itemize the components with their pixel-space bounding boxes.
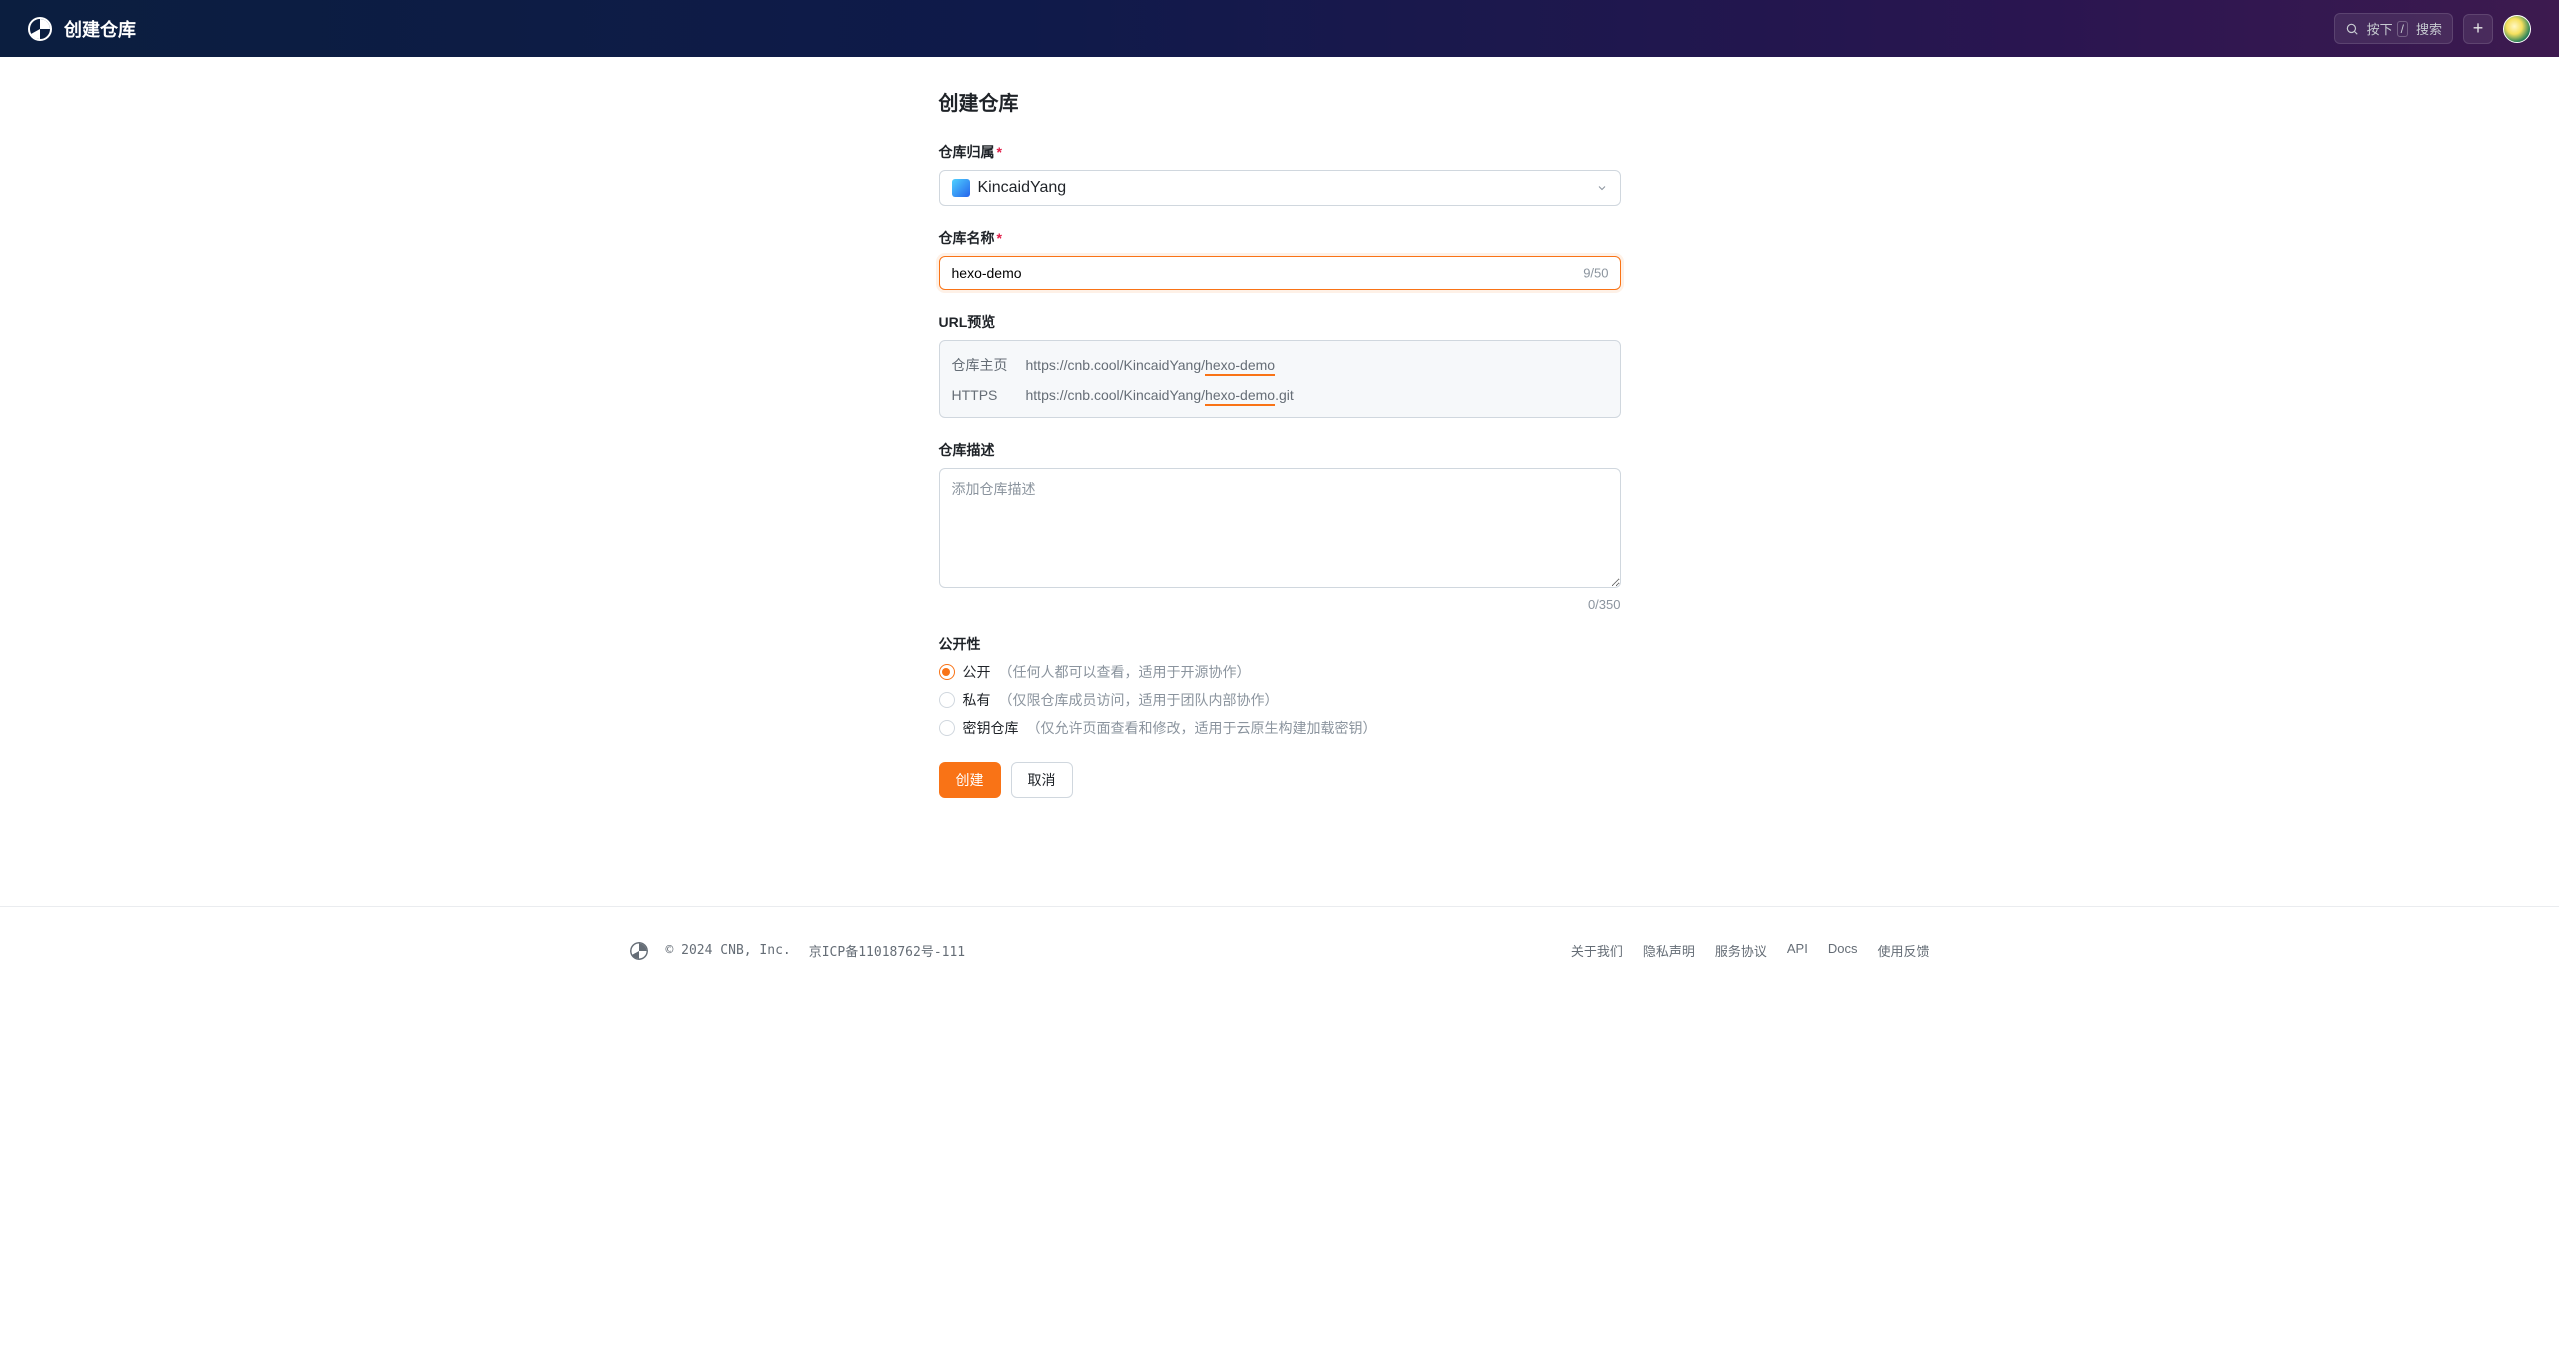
radio-label: 公开 — [963, 662, 991, 682]
footer-link-feedback[interactable]: 使用反馈 — [1877, 941, 1929, 960]
app-header: 创建仓库 按下 / 搜索 + — [0, 0, 2559, 57]
url-home-value: https://cnb.cool/KincaidYang/hexo-demo — [1026, 357, 1276, 373]
name-field-group: 仓库名称* 9/50 — [939, 228, 1621, 290]
footer-link-tos[interactable]: 服务协议 — [1715, 941, 1767, 960]
chevron-down-icon — [1596, 182, 1608, 194]
user-avatar[interactable] — [2503, 15, 2531, 43]
footer-icp[interactable]: 京ICP备11018762号-111 — [809, 941, 965, 960]
url-row-https: HTTPS https://cnb.cool/KincaidYang/hexo-… — [952, 387, 1608, 403]
desc-field-group: 仓库描述 0/350 — [939, 440, 1621, 612]
name-label: 仓库名称* — [939, 228, 1621, 248]
footer-left: © 2024 CNB, Inc. 京ICP备11018762号-111 — [630, 941, 966, 960]
visibility-label: 公开性 — [939, 634, 1621, 654]
desc-char-counter: 0/350 — [939, 597, 1621, 612]
footer-logo-icon — [630, 942, 648, 960]
visibility-option-public[interactable]: 公开 （任何人都可以查看，适用于开源协作） — [939, 662, 1621, 682]
header-left: 创建仓库 — [28, 16, 136, 42]
page-footer: © 2024 CNB, Inc. 京ICP备11018762号-111 关于我们… — [530, 907, 2030, 990]
main-form-container: 创建仓库 仓库归属* KincaidYang 仓库名称* 9/50 URL预览 … — [939, 57, 1621, 858]
header-title: 创建仓库 — [64, 16, 136, 42]
radio-label: 私有 — [963, 690, 991, 710]
form-actions: 创建 取消 — [939, 762, 1621, 798]
required-mark: * — [997, 144, 1002, 160]
owner-field-group: 仓库归属* KincaidYang — [939, 142, 1621, 206]
page-title: 创建仓库 — [939, 87, 1621, 116]
visibility-option-secret[interactable]: 密钥仓库 （仅允许页面查看和修改，适用于云原生构建加载密钥） — [939, 718, 1621, 738]
footer-copyright: © 2024 CNB, Inc. — [666, 943, 791, 958]
repo-name-input[interactable] — [939, 256, 1621, 290]
footer-link-privacy[interactable]: 隐私声明 — [1643, 941, 1695, 960]
url-preview-box: 仓库主页 https://cnb.cool/KincaidYang/hexo-d… — [939, 340, 1621, 418]
footer-links: 关于我们 隐私声明 服务协议 API Docs 使用反馈 — [1571, 941, 1930, 960]
radio-icon — [939, 720, 955, 736]
owner-label: 仓库归属* — [939, 142, 1621, 162]
radio-desc: （任何人都可以查看，适用于开源协作） — [999, 662, 1251, 682]
owner-select-content: KincaidYang — [952, 179, 1067, 197]
footer-link-about[interactable]: 关于我们 — [1571, 941, 1623, 960]
name-char-counter: 9/50 — [1583, 266, 1608, 281]
required-mark: * — [997, 230, 1002, 246]
search-text: 搜索 — [2416, 19, 2442, 38]
footer-link-api[interactable]: API — [1787, 941, 1808, 960]
radio-desc: （仅允许页面查看和修改，适用于云原生构建加载密钥） — [1027, 718, 1377, 738]
kbd-press-text: 按下 — [2367, 19, 2393, 38]
footer-wrap: © 2024 CNB, Inc. 京ICP备11018762号-111 关于我们… — [0, 906, 2559, 990]
radio-desc: （仅限仓库成员访问，适用于团队内部协作） — [999, 690, 1279, 710]
kbd-slash: / — [2397, 21, 2408, 37]
radio-icon — [939, 692, 955, 708]
desc-label: 仓库描述 — [939, 440, 1621, 460]
owner-avatar-icon — [952, 179, 970, 197]
search-kbd-hint: 按下 / — [2367, 19, 2408, 38]
radio-label: 密钥仓库 — [963, 718, 1019, 738]
plus-icon: + — [2473, 18, 2484, 39]
footer-link-docs[interactable]: Docs — [1828, 941, 1858, 960]
radio-icon — [939, 664, 955, 680]
url-https-label: HTTPS — [952, 387, 1012, 403]
desc-textarea-wrap — [939, 468, 1621, 593]
cancel-button[interactable]: 取消 — [1011, 762, 1073, 798]
url-home-label: 仓库主页 — [952, 355, 1012, 375]
owner-value: KincaidYang — [978, 179, 1067, 197]
search-icon — [2345, 22, 2359, 36]
url-https-value: https://cnb.cool/KincaidYang/hexo-demo.g… — [1026, 387, 1294, 403]
create-button[interactable]: 创建 — [939, 762, 1001, 798]
url-row-home: 仓库主页 https://cnb.cool/KincaidYang/hexo-d… — [952, 355, 1608, 375]
url-preview-group: URL预览 仓库主页 https://cnb.cool/KincaidYang/… — [939, 312, 1621, 418]
visibility-field-group: 公开性 公开 （任何人都可以查看，适用于开源协作） 私有 （仅限仓库成员访问，适… — [939, 634, 1621, 738]
url-preview-label: URL预览 — [939, 312, 1621, 332]
visibility-option-private[interactable]: 私有 （仅限仓库成员访问，适用于团队内部协作） — [939, 690, 1621, 710]
owner-select[interactable]: KincaidYang — [939, 170, 1621, 206]
brand-logo-icon — [28, 17, 52, 41]
header-right: 按下 / 搜索 + — [2334, 13, 2531, 44]
global-search[interactable]: 按下 / 搜索 — [2334, 13, 2453, 44]
name-input-wrap: 9/50 — [939, 256, 1621, 290]
visibility-radio-group: 公开 （任何人都可以查看，适用于开源协作） 私有 （仅限仓库成员访问，适用于团队… — [939, 662, 1621, 738]
repo-desc-textarea[interactable] — [939, 468, 1621, 588]
create-new-button[interactable]: + — [2463, 14, 2493, 44]
